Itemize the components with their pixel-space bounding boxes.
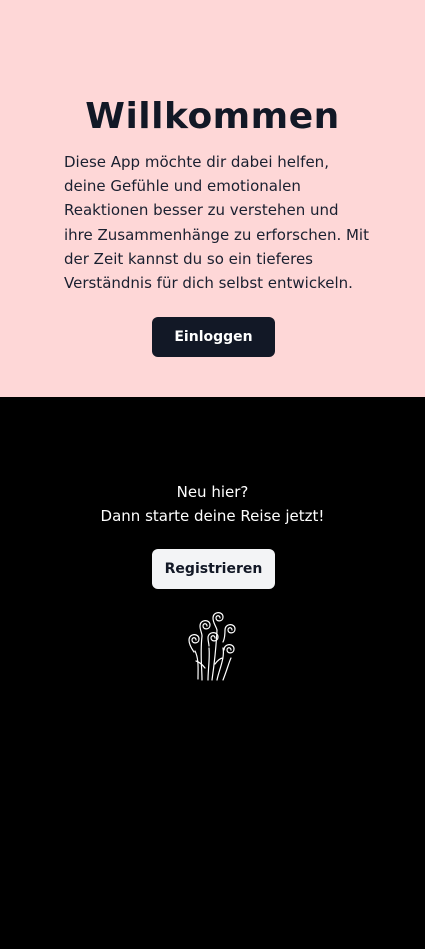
signup-question: Neu hier? [176, 483, 249, 501]
page-title: Willkommen [85, 96, 340, 137]
welcome-section: Willkommen Diese App möchte dir dabei he… [0, 0, 425, 397]
spiral-flowers-icon [188, 612, 236, 681]
register-button[interactable]: Registrieren [152, 549, 275, 589]
intro-text: Diese App möchte dir dabei helfen, deine… [64, 153, 369, 293]
signup-call-to-action: Dann starte deine Reise jetzt! [100, 507, 325, 525]
login-button[interactable]: Einloggen [152, 317, 275, 357]
signup-prompt: Neu hier? Dann starte deine Reise jetzt! [0, 480, 425, 528]
